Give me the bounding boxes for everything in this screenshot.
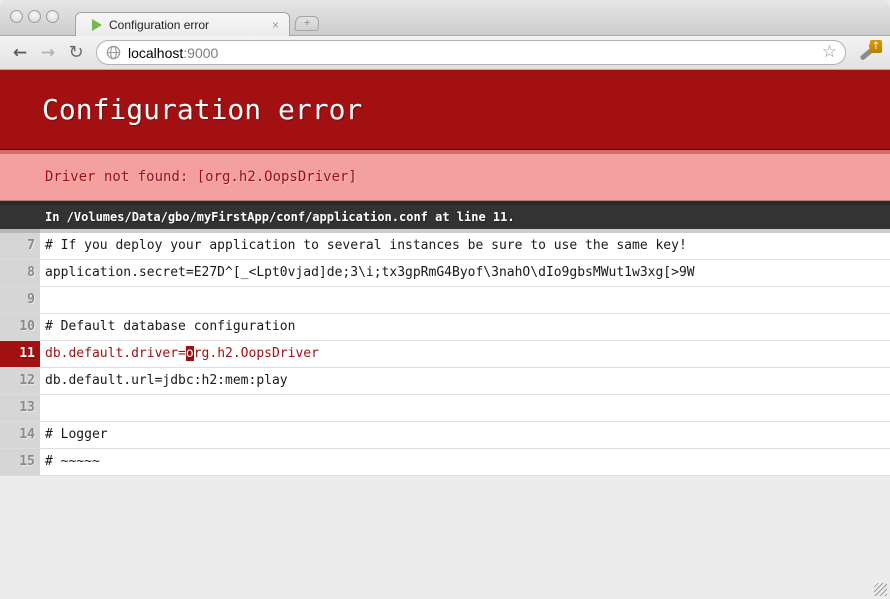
line-text: # If you deploy your application to seve… xyxy=(40,229,890,259)
window-resize-grip[interactable] xyxy=(874,583,887,596)
code-line: 14 # Logger xyxy=(0,422,890,449)
line-number: 7 xyxy=(0,229,40,259)
code-line: 7 # If you deploy your application to se… xyxy=(0,229,890,260)
close-window-button[interactable] xyxy=(10,10,23,23)
title-bar: Configuration error × + xyxy=(0,0,890,36)
code-line: 9 xyxy=(0,287,890,314)
line-text: db.default.url=jdbc:h2:mem:play xyxy=(40,368,890,394)
navigation-toolbar: ← → ↻ localhost:9000 ☆ ↑ xyxy=(0,36,890,70)
code-line: 13 xyxy=(0,395,890,422)
forward-button[interactable]: → xyxy=(36,41,60,65)
line-text: application.secret=E27D^[_<Lpt0vjad]de;3… xyxy=(40,260,890,286)
globe-icon xyxy=(106,45,121,60)
line-text: # Logger xyxy=(40,422,890,448)
url-port: :9000 xyxy=(183,45,218,61)
code-line: 10 # Default database configuration xyxy=(0,314,890,341)
zoom-window-button[interactable] xyxy=(46,10,59,23)
browser-tab[interactable]: Configuration error × xyxy=(75,12,290,36)
bookmark-star-icon[interactable]: ☆ xyxy=(822,44,837,61)
page-title: Configuration error xyxy=(0,70,890,150)
tab-title: Configuration error xyxy=(109,18,270,32)
line-number: 13 xyxy=(0,395,40,421)
line-number: 12 xyxy=(0,368,40,394)
line-number: 11 xyxy=(0,341,40,367)
url-text[interactable]: localhost:9000 xyxy=(128,45,822,61)
line-number: 9 xyxy=(0,287,40,313)
line-text: # Default database configuration xyxy=(40,314,890,340)
source-code-block: 7 # If you deploy your application to se… xyxy=(0,229,890,476)
address-bar[interactable]: localhost:9000 ☆ xyxy=(96,40,846,65)
line-text xyxy=(40,395,890,421)
url-host: localhost xyxy=(128,45,183,61)
code-line: 8 application.secret=E27D^[_<Lpt0vjad]de… xyxy=(0,260,890,287)
code-line: 12 db.default.url=jdbc:h2:mem:play xyxy=(0,368,890,395)
line-number: 10 xyxy=(0,314,40,340)
play-framework-favicon xyxy=(92,19,102,31)
line-number: 15 xyxy=(0,449,40,475)
update-available-badge: ↑ xyxy=(870,40,882,53)
window-controls xyxy=(10,10,59,23)
new-tab-button[interactable]: + xyxy=(294,16,319,31)
browser-window: Configuration error × + ← → ↻ localhost:… xyxy=(0,0,890,599)
line-number: 8 xyxy=(0,260,40,286)
reload-button[interactable]: ↻ xyxy=(64,41,88,65)
error-marker: o xyxy=(186,346,194,361)
code-line: 15 # ~~~~~ xyxy=(0,449,890,476)
line-number: 14 xyxy=(0,422,40,448)
minimize-window-button[interactable] xyxy=(28,10,41,23)
line-text: # ~~~~~ xyxy=(40,449,890,475)
error-detail: Driver not found: [org.h2.OopsDriver] xyxy=(0,150,890,201)
code-line-error: 11 db.default.driver=org.h2.OopsDriver xyxy=(0,341,890,368)
error-page: Configuration error Driver not found: [o… xyxy=(0,70,890,599)
line-text xyxy=(40,287,890,313)
tab-close-icon[interactable]: × xyxy=(270,19,281,31)
chrome-menu-wrench-button[interactable]: ↑ xyxy=(854,40,882,66)
error-location: In /Volumes/Data/gbo/myFirstApp/conf/app… xyxy=(0,201,890,229)
back-button[interactable]: ← xyxy=(8,41,32,65)
line-text: db.default.driver=org.h2.OopsDriver xyxy=(40,341,890,367)
